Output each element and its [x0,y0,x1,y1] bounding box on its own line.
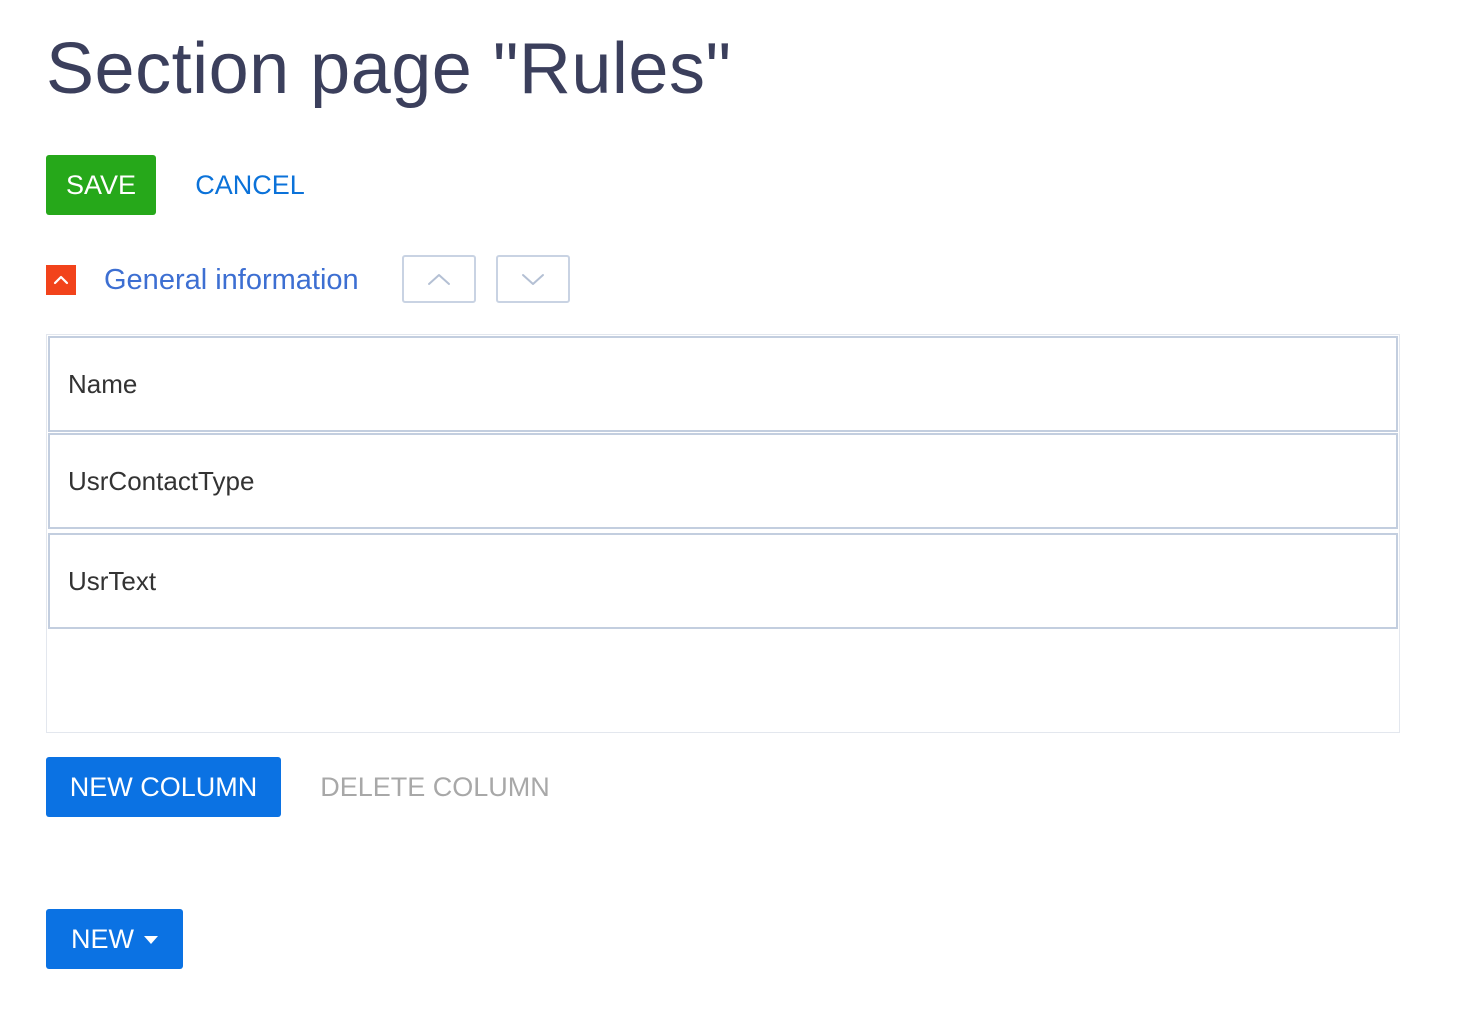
collapse-toggle-button[interactable] [46,265,76,295]
move-up-button[interactable] [402,255,476,303]
caret-down-icon [144,936,158,944]
section-title[interactable]: General information [104,260,359,300]
new-button-label: NEW [71,924,134,954]
chevron-up-icon [428,274,450,285]
move-down-button[interactable] [496,255,570,303]
column-label: Name [68,369,138,399]
new-dropdown-button[interactable]: NEW [46,909,183,969]
column-label: UsrContactType [68,466,255,496]
column-label: UsrText [68,566,157,596]
section-page-designer: Section page "Rules" SAVE CANCEL General… [0,0,1466,1034]
grid-row[interactable]: Name [48,336,1398,432]
new-column-button[interactable]: NEW COLUMN [46,757,281,817]
chevron-down-icon [522,274,544,285]
grid-row[interactable]: UsrContactType [48,433,1398,529]
columns-grid: Name UsrContactType UsrText [46,334,1400,733]
grid-row[interactable]: UsrText [48,533,1398,629]
save-button[interactable]: SAVE [46,155,156,215]
chevron-up-icon [53,275,69,285]
page-title: Section page "Rules" [46,29,732,109]
delete-column-button[interactable]: DELETE COLUMN [306,757,564,817]
section-header: General information [46,254,586,306]
cancel-button[interactable]: CANCEL [182,155,318,215]
